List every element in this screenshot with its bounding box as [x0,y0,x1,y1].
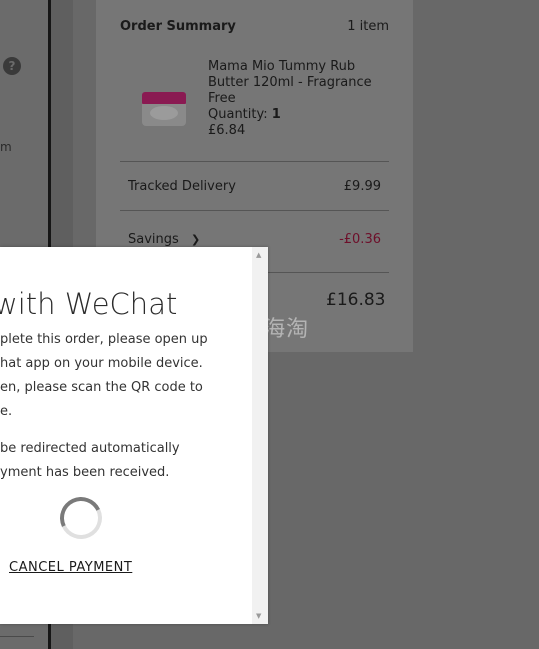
item-count: 1 item [347,19,389,34]
question-circle-icon[interactable]: ? [3,57,21,75]
product-image [134,84,196,132]
product-price: £6.84 [208,123,246,138]
savings-row[interactable]: Savings ❯ -£0.36 [128,232,381,247]
instruction-line: en, please scan the QR code to [0,380,203,395]
instruction-line: plete this order, please open up [0,332,208,347]
product-name: Mama Mio Tummy Rub Butter 120ml - Fragra… [208,59,372,106]
chevron-down-icon: ❯ [190,233,201,246]
quantity-value: 1 [271,107,281,122]
delivery-label: Tracked Delivery [128,179,236,194]
instruction-line: e. [0,404,13,419]
total-value: £16.83 [326,290,386,310]
scroll-down-icon[interactable]: ▼ [256,612,261,620]
scroll-up-icon[interactable]: ▲ [256,251,261,259]
savings-value: -£0.36 [339,232,381,247]
divider [120,210,389,211]
loading-spinner-icon [54,491,108,545]
left-fragment-text: m [0,140,12,154]
savings-label: Savings [128,232,179,247]
left-divider-line [0,636,34,637]
product-info: Mama Mio Tummy Rub Butter 120ml - Fragra… [208,59,388,139]
modal-scrollbar[interactable]: ▲ ▼ [252,247,268,624]
quantity-label: Quantity: [208,107,268,122]
summary-title: Order Summary [120,19,236,34]
modal-title: with WeChat [0,287,178,321]
jar-lid [142,92,186,104]
savings-toggle[interactable]: Savings ❯ [128,232,200,247]
delivery-value: £9.99 [343,179,381,194]
instruction-line: hat app on your mobile device. [0,356,203,371]
cancel-payment-link[interactable]: CANCEL PAYMENT [9,560,132,575]
redirect-line: be redirected automatically [0,441,180,456]
divider [120,161,389,162]
redirect-line: yment has been received. [0,465,170,480]
summary-header: Order Summary 1 item [120,19,389,34]
delivery-row: Tracked Delivery £9.99 [128,179,381,194]
jar-label [150,106,178,120]
product-quantity: Quantity: 1 [208,107,388,123]
wechat-payment-modal: with WeChat plete this order, please ope… [0,247,268,624]
